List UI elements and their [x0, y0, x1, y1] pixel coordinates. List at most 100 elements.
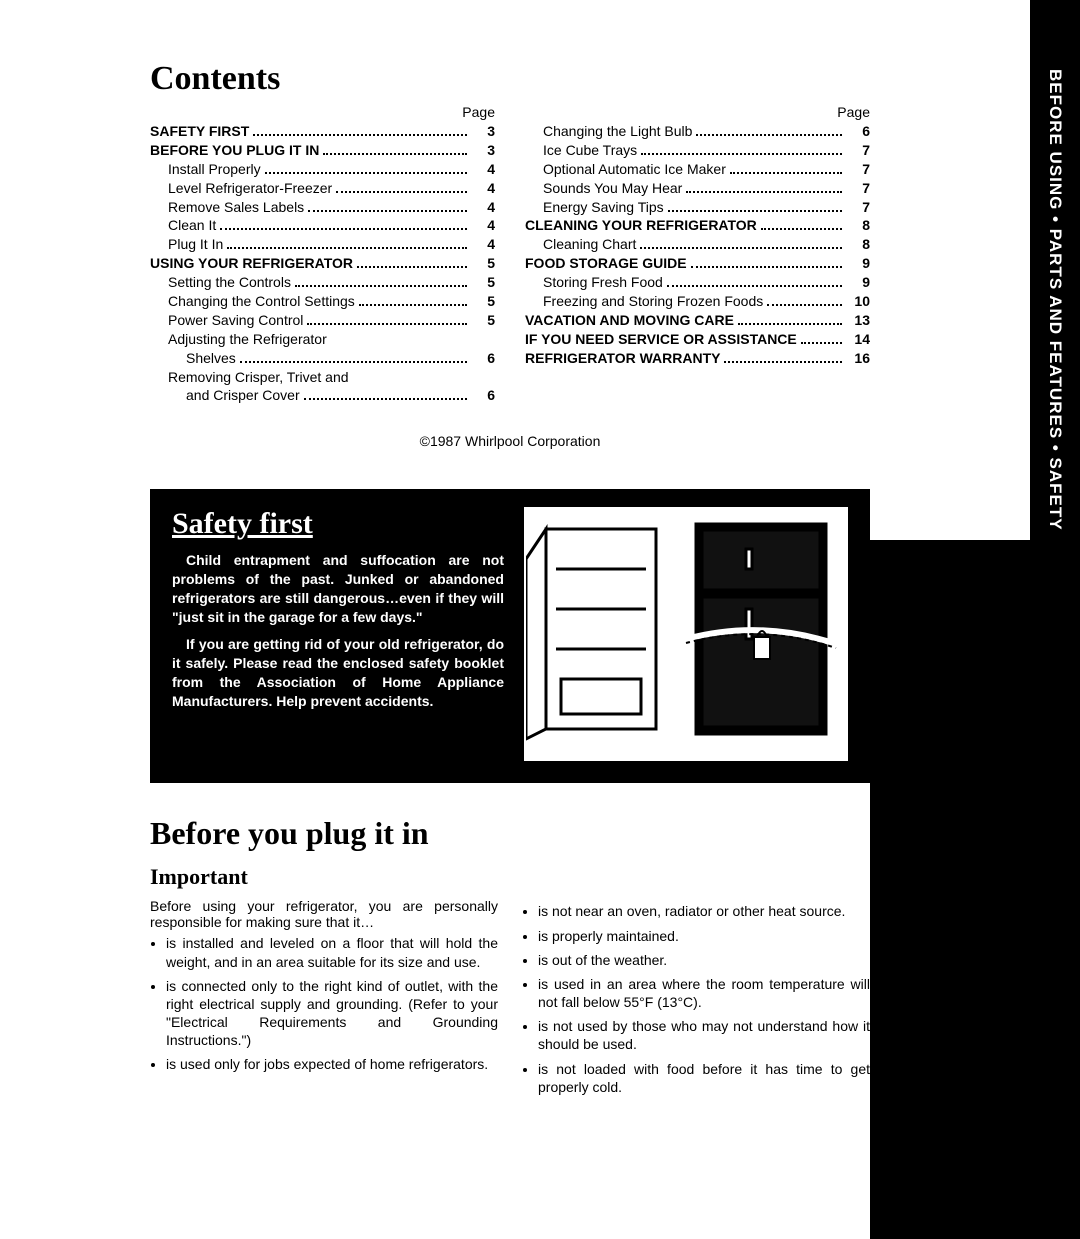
toc-row: FOOD STORAGE GUIDE9 [525, 254, 870, 273]
toc-row: IF YOU NEED SERVICE OR ASSISTANCE14 [525, 330, 870, 349]
toc-row: Energy Saving Tips7 [525, 198, 870, 217]
bullet-item: is properly maintained. [538, 927, 870, 945]
toc-row: and Crisper Cover6 [150, 386, 495, 405]
toc-leader-dots [724, 350, 842, 363]
toc-label: CLEANING YOUR REFRIGERATOR [525, 216, 757, 235]
toc-row: Level Refrigerator-Freezer4 [150, 179, 495, 198]
toc-page-number: 7 [846, 160, 870, 179]
toc-page-number: 6 [471, 386, 495, 405]
toc-row: Setting the Controls 5 [150, 273, 495, 292]
toc-leader-dots [738, 312, 842, 325]
page-header: Page [525, 104, 870, 120]
toc-label: Energy Saving Tips [525, 198, 664, 217]
toc-row: Clean It 4 [150, 216, 495, 235]
toc-leader-dots [686, 179, 842, 192]
toc-leader-dots [691, 255, 842, 268]
toc-label: BEFORE YOU PLUG IT IN [150, 141, 319, 160]
bullet-list: is not near an oven, radiator or other h… [522, 902, 870, 1096]
bullet-item: is used only for jobs expected of home r… [166, 1055, 498, 1073]
toc-page-number: 13 [846, 311, 870, 330]
toc-leader-dots [304, 387, 467, 400]
toc-row: Optional Automatic Ice Maker 7 [525, 160, 870, 179]
bullet-item: is connected only to the right kind of o… [166, 977, 498, 1050]
toc-page-number: 4 [471, 235, 495, 254]
toc-label: USING YOUR REFRIGERATOR [150, 254, 353, 273]
safety-paragraph: Child entrapment and suffocation are not… [172, 551, 504, 627]
toc-label: Install Properly [150, 160, 261, 179]
safety-first-box: Safety first Child entrapment and suffoc… [150, 489, 870, 783]
toc-leader-dots [307, 312, 467, 325]
copyright-line: ©1987 Whirlpool Corporation [150, 433, 870, 449]
toc-row: VACATION AND MOVING CARE 13 [525, 311, 870, 330]
bullet-item: is not used by those who may not underst… [538, 1017, 870, 1053]
side-tab-label: BEFORE USING • PARTS AND FEATURES • SAFE… [1030, 0, 1080, 540]
toc-page-number: 4 [471, 198, 495, 217]
toc-label: Optional Automatic Ice Maker [525, 160, 726, 179]
toc-row: USING YOUR REFRIGERATOR 5 [150, 254, 495, 273]
page-number: 3 [1042, 1192, 1050, 1209]
toc-page-number: 5 [471, 273, 495, 292]
toc-label: VACATION AND MOVING CARE [525, 311, 734, 330]
toc-row: Changing the Light Bulb 6 [525, 122, 870, 141]
bullet-item: is used in an area where the room temper… [538, 975, 870, 1011]
toc-column-left: Page SAFETY FIRST3BEFORE YOU PLUG IT IN3… [150, 104, 495, 405]
toc-label: Clean It [150, 216, 216, 235]
toc-label: Plug It In [150, 235, 223, 254]
toc-row: Cleaning Chart8 [525, 235, 870, 254]
toc-leader-dots [640, 236, 842, 249]
before-intro: Before using your refrigerator, you are … [150, 898, 498, 930]
toc-row: Remove Sales Labels 4 [150, 198, 495, 217]
toc-label: Shelves [150, 349, 236, 368]
toc-label: Setting the Controls [150, 273, 291, 292]
toc-label: Removing Crisper, Trivet and [150, 368, 349, 387]
toc-page-number: 6 [471, 349, 495, 368]
toc-leader-dots [761, 217, 842, 230]
toc-label: Adjusting the Refrigerator [150, 330, 327, 349]
toc-row: Sounds You May Hear7 [525, 179, 870, 198]
toc-column-right: Page Changing the Light Bulb 6Ice Cube Tr… [525, 104, 870, 405]
toc-page-number: 7 [846, 141, 870, 160]
toc-label: Storing Fresh Food [525, 273, 663, 292]
toc-label: Freezing and Storing Frozen Foods [525, 292, 763, 311]
toc-row: REFRIGERATOR WARRANTY16 [525, 349, 870, 368]
table-of-contents: Page SAFETY FIRST 3BEFORE YOU PLUG IT IN 3… [150, 104, 870, 405]
toc-row: Storing Fresh Food 9 [525, 273, 870, 292]
toc-page-number: 5 [471, 254, 495, 273]
toc-label: Remove Sales Labels [150, 198, 304, 217]
toc-page-number: 6 [846, 122, 870, 141]
toc-page-number: 4 [471, 216, 495, 235]
toc-row: CLEANING YOUR REFRIGERATOR 8 [525, 216, 870, 235]
toc-leader-dots [265, 161, 467, 174]
toc-label: SAFETY FIRST [150, 122, 249, 141]
toc-leader-dots [696, 123, 842, 136]
toc-row: Plug It In 4 [150, 235, 495, 254]
toc-label: IF YOU NEED SERVICE OR ASSISTANCE [525, 330, 797, 349]
toc-page-number: 4 [471, 160, 495, 179]
toc-page-number: 8 [846, 216, 870, 235]
bullet-item: is installed and leveled on a floor that… [166, 934, 498, 970]
toc-row: Changing the Control Settings5 [150, 292, 495, 311]
toc-leader-dots [308, 198, 467, 211]
toc-page-number: 3 [471, 141, 495, 160]
safety-title: Safety first [172, 507, 504, 541]
toc-label: Changing the Light Bulb [525, 122, 692, 141]
bullet-item: is out of the weather. [538, 951, 870, 969]
toc-page-number: 9 [846, 273, 870, 292]
toc-leader-dots [336, 179, 467, 192]
toc-row: BEFORE YOU PLUG IT IN 3 [150, 141, 495, 160]
toc-leader-dots [323, 142, 467, 155]
toc-label: Sounds You May Hear [525, 179, 682, 198]
toc-row: Freezing and Storing Frozen Foods10 [525, 292, 870, 311]
toc-leader-dots [767, 293, 842, 306]
toc-leader-dots [359, 293, 467, 306]
toc-row: Adjusting the Refrigerator [150, 330, 495, 349]
safety-text: Safety first Child entrapment and suffoc… [172, 507, 504, 761]
toc-row: Power Saving Control5 [150, 311, 495, 330]
bullet-list: is installed and leveled on a floor that… [150, 934, 498, 1073]
before-col-left: Before using your refrigerator, you are … [150, 898, 498, 1102]
toc-row: Shelves 6 [150, 349, 495, 368]
toc-leader-dots [240, 350, 467, 363]
toc-page-number: 8 [846, 235, 870, 254]
toc-row: Ice Cube Trays7 [525, 141, 870, 160]
toc-page-number: 5 [471, 311, 495, 330]
